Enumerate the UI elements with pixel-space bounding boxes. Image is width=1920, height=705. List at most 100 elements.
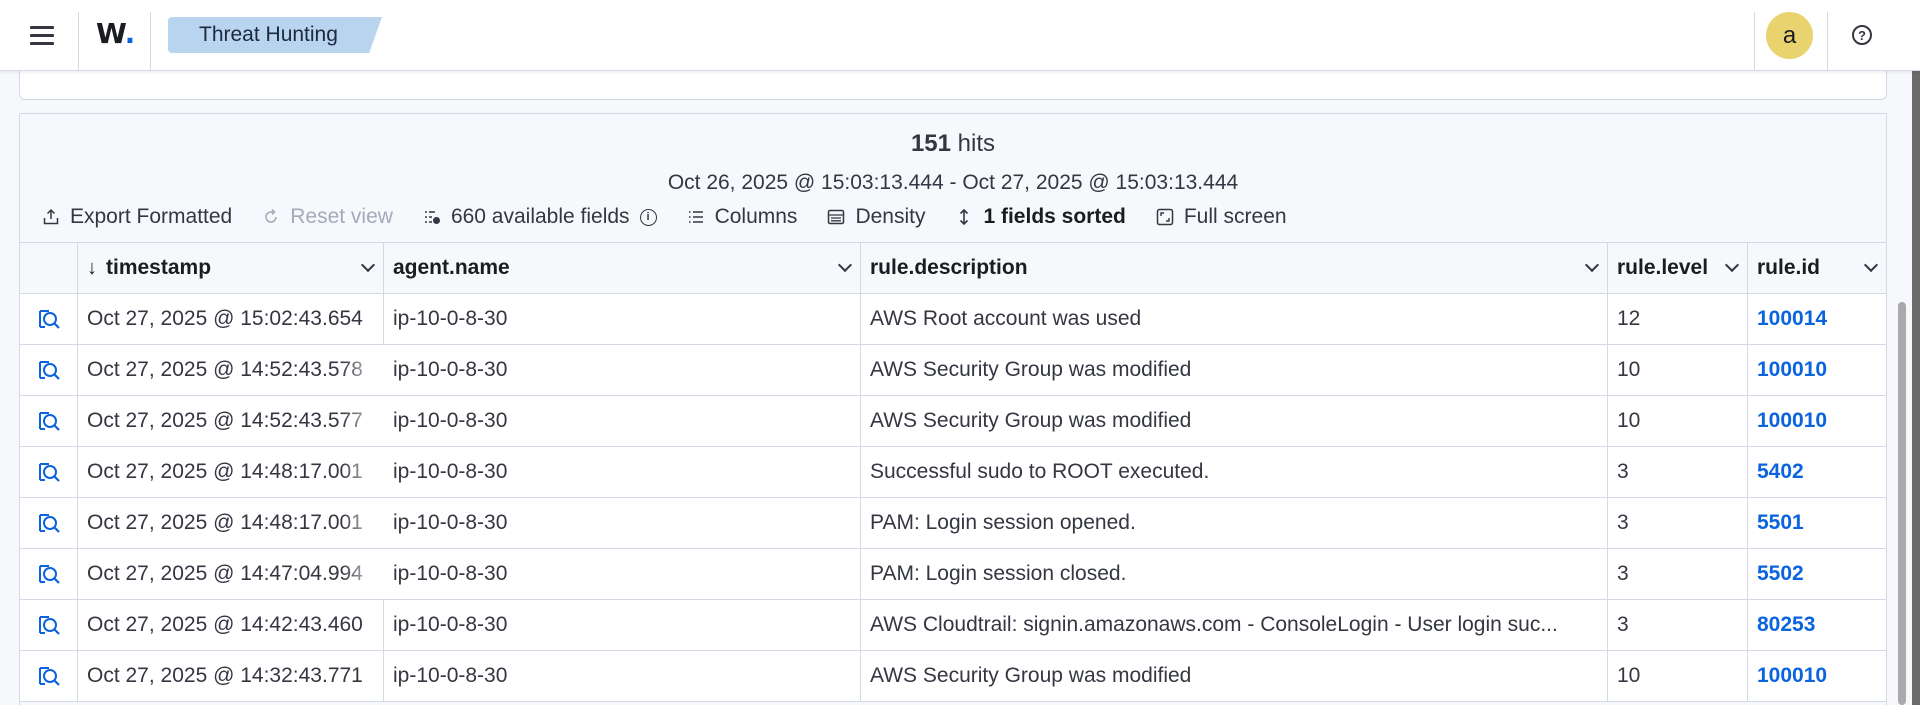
menu-icon[interactable] xyxy=(10,12,74,58)
rule-id-link[interactable]: 100014 xyxy=(1748,294,1886,344)
cell-rule-level[interactable]: 12 xyxy=(1608,294,1748,344)
reset-view-button[interactable]: Reset view xyxy=(260,205,393,229)
cell-rule-level[interactable]: 10 xyxy=(1608,651,1748,701)
top-header: W. Threat Hunting a ? xyxy=(0,0,1920,71)
table-body: Oct 27, 2025 @ 15:02:43.654 ip-10-0-8-30 A… xyxy=(20,294,1886,702)
cell-agent-name[interactable]: ip-10-0-8-30 xyxy=(384,651,861,701)
table-row[interactable]: Oct 27, 2025 @ 14:52:43.577 ip-10-0-8-30 A… xyxy=(20,396,1886,447)
columns-button[interactable]: Columns xyxy=(685,205,797,229)
cell-agent-name[interactable]: ip-10-0-8-30 xyxy=(384,294,861,344)
cell-rule-level[interactable]: 3 xyxy=(1608,447,1748,497)
inspect-document-icon[interactable] xyxy=(35,305,63,333)
cell-timestamp[interactable]: Oct 27, 2025 @ 14:48:17.001 xyxy=(78,498,384,548)
fields-icon xyxy=(421,206,443,228)
cell-timestamp[interactable]: Oct 27, 2025 @ 14:48:17.001 xyxy=(78,447,384,497)
window-edge xyxy=(1912,0,1920,705)
density-button[interactable]: Density xyxy=(825,205,925,229)
density-icon xyxy=(825,206,847,228)
cell-rule-description[interactable]: PAM: Login session closed. xyxy=(861,549,1608,599)
cell-rule-level[interactable]: 10 xyxy=(1608,396,1748,446)
table-row[interactable]: Oct 27, 2025 @ 14:32:43.771 ip-10-0-8-30 A… xyxy=(20,651,1886,702)
info-icon[interactable]: i xyxy=(639,208,657,226)
full-screen-button[interactable]: Full screen xyxy=(1154,205,1287,229)
cell-rule-description[interactable]: AWS Security Group was modified xyxy=(861,396,1608,446)
table-row[interactable]: Oct 27, 2025 @ 14:48:17.001 ip-10-0-8-30 S… xyxy=(20,447,1886,498)
available-fields-button[interactable]: 660 available fields i xyxy=(421,205,657,229)
column-header-agent-name[interactable]: agent.name xyxy=(384,243,861,293)
rule-id-link[interactable]: 100010 xyxy=(1748,345,1886,395)
column-header-rule-description[interactable]: rule.description xyxy=(861,243,1608,293)
column-header-timestamp[interactable]: ↓ timestamp xyxy=(78,243,384,293)
cell-agent-name[interactable]: ip-10-0-8-30 xyxy=(384,549,861,599)
cell-rule-level[interactable]: 3 xyxy=(1608,549,1748,599)
inspect-document-icon[interactable] xyxy=(35,560,63,588)
help-icon[interactable]: ? xyxy=(1852,25,1872,45)
cell-rule-description[interactable]: AWS Root account was used xyxy=(861,294,1608,344)
vertical-scrollbar[interactable] xyxy=(1898,302,1906,705)
table-row[interactable]: Oct 27, 2025 @ 15:02:43.654 ip-10-0-8-30 A… xyxy=(20,294,1886,345)
cell-rule-description[interactable]: PAM: Login session opened. xyxy=(861,498,1608,548)
rule-id-link[interactable]: 5402 xyxy=(1748,447,1886,497)
inspect-document-icon[interactable] xyxy=(35,407,63,435)
time-range: Oct 26, 2025 @ 15:03:13.444 - Oct 27, 20… xyxy=(667,171,1239,194)
header-divider xyxy=(78,12,79,70)
user-avatar[interactable]: a xyxy=(1766,12,1813,59)
cell-timestamp[interactable]: Oct 27, 2025 @ 14:42:43.460 xyxy=(78,600,384,650)
rule-id-link[interactable]: 100010 xyxy=(1748,651,1886,701)
cell-rule-level[interactable]: 3 xyxy=(1608,498,1748,548)
cell-rule-level[interactable]: 3 xyxy=(1608,600,1748,650)
control-column-header xyxy=(20,243,78,293)
table-row[interactable]: Oct 27, 2025 @ 14:42:43.460 ip-10-0-8-30 A… xyxy=(20,600,1886,651)
inspect-cell xyxy=(20,396,78,446)
chevron-down-icon[interactable] xyxy=(360,257,376,273)
inspect-document-icon[interactable] xyxy=(35,509,63,537)
cell-rule-description[interactable]: AWS Security Group was modified xyxy=(861,345,1608,395)
column-header-rule-id[interactable]: rule.id xyxy=(1748,243,1886,293)
fields-sorted-button[interactable]: 1 fields sorted xyxy=(953,205,1126,229)
export-icon xyxy=(40,206,62,228)
inspect-document-icon[interactable] xyxy=(35,458,63,486)
rule-id-link[interactable]: 100010 xyxy=(1748,396,1886,446)
chevron-down-icon[interactable] xyxy=(1724,257,1740,273)
app-logo[interactable]: W. xyxy=(96,17,135,50)
cell-timestamp[interactable]: Oct 27, 2025 @ 14:52:43.577 xyxy=(78,396,384,446)
cell-timestamp[interactable]: Oct 27, 2025 @ 15:02:43.654 xyxy=(78,294,384,344)
breadcrumb-threat-hunting[interactable]: Threat Hunting xyxy=(168,17,382,53)
cell-timestamp[interactable]: Oct 27, 2025 @ 14:52:43.578 xyxy=(78,345,384,395)
inspect-document-icon[interactable] xyxy=(35,611,63,639)
cell-agent-name[interactable]: ip-10-0-8-30 xyxy=(384,345,861,395)
sort-icon xyxy=(953,206,975,228)
cell-agent-name[interactable]: ip-10-0-8-30 xyxy=(384,498,861,548)
cell-timestamp[interactable]: Oct 27, 2025 @ 14:32:43.771 xyxy=(78,651,384,701)
cell-rule-description[interactable]: Successful sudo to ROOT executed. xyxy=(861,447,1608,497)
results-table: ↓ timestamp agent.name rule.description … xyxy=(20,242,1886,702)
table-row[interactable]: Oct 27, 2025 @ 14:47:04.994 ip-10-0-8-30 P… xyxy=(20,549,1886,600)
chevron-down-icon[interactable] xyxy=(1584,257,1600,273)
cell-rule-level[interactable]: 10 xyxy=(1608,345,1748,395)
rule-id-link[interactable]: 80253 xyxy=(1748,600,1886,650)
chevron-down-icon[interactable] xyxy=(837,257,853,273)
columns-icon xyxy=(685,206,707,228)
table-row[interactable]: Oct 27, 2025 @ 14:48:17.001 ip-10-0-8-30 P… xyxy=(20,498,1886,549)
cell-agent-name[interactable]: ip-10-0-8-30 xyxy=(384,600,861,650)
export-formatted-button[interactable]: Export Formatted xyxy=(40,205,232,229)
cell-agent-name[interactable]: ip-10-0-8-30 xyxy=(384,447,861,497)
cell-timestamp[interactable]: Oct 27, 2025 @ 14:47:04.994 xyxy=(78,549,384,599)
reset-icon xyxy=(260,206,282,228)
inspect-document-icon[interactable] xyxy=(35,662,63,690)
grid-toolbar: Export Formatted Reset view 660 availabl… xyxy=(40,203,1315,231)
header-divider xyxy=(150,12,151,70)
inspect-cell xyxy=(20,345,78,395)
table-row[interactable]: Oct 27, 2025 @ 14:52:43.578 ip-10-0-8-30 A… xyxy=(20,345,1886,396)
chevron-down-icon[interactable] xyxy=(1863,257,1879,273)
column-header-rule-level[interactable]: rule.level xyxy=(1608,243,1748,293)
cell-rule-description[interactable]: AWS Security Group was modified xyxy=(861,651,1608,701)
cell-rule-description[interactable]: AWS Cloudtrail: signin.amazonaws.com - C… xyxy=(861,600,1608,650)
table-header-row: ↓ timestamp agent.name rule.description … xyxy=(20,243,1886,294)
inspect-document-icon[interactable] xyxy=(35,356,63,384)
rule-id-link[interactable]: 5502 xyxy=(1748,549,1886,599)
rule-id-link[interactable]: 5501 xyxy=(1748,498,1886,548)
inspect-cell xyxy=(20,549,78,599)
cell-agent-name[interactable]: ip-10-0-8-30 xyxy=(384,396,861,446)
inspect-cell xyxy=(20,447,78,497)
